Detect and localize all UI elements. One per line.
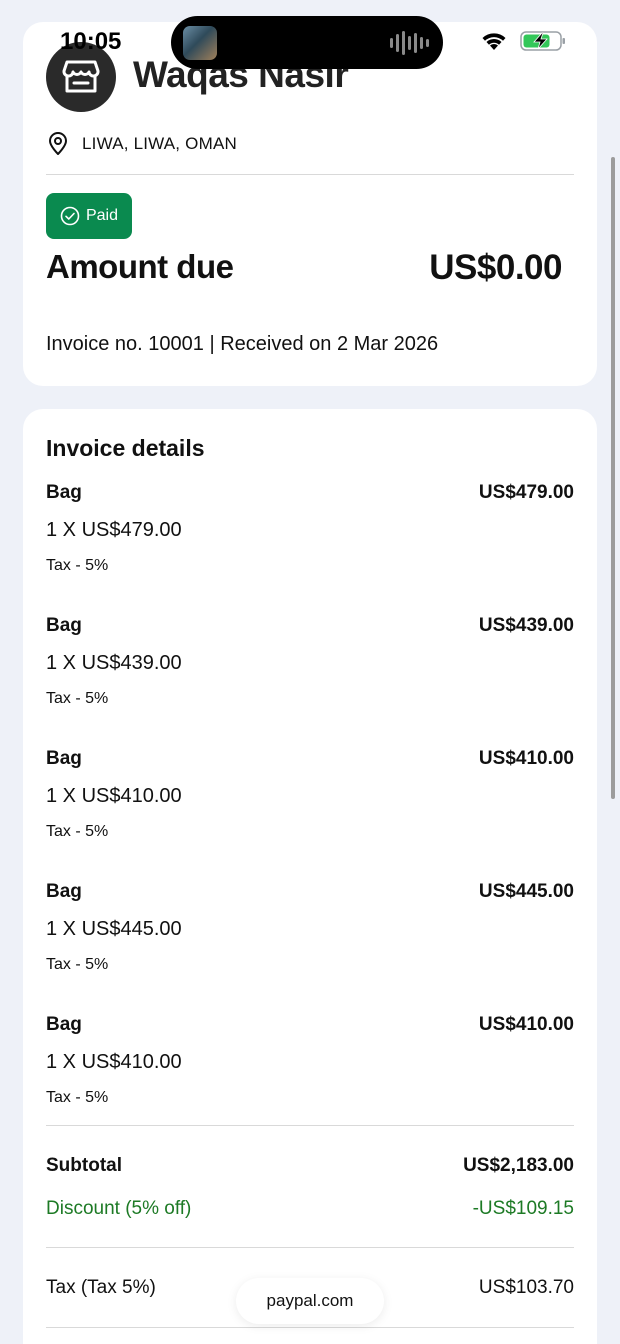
subtotal-row: Subtotal US$2,183.00 xyxy=(46,1155,574,1185)
discount-value: -US$109.15 xyxy=(472,1198,574,1219)
status-time: 10:05 xyxy=(60,28,122,55)
divider xyxy=(46,1327,574,1328)
subtotal-label: Subtotal xyxy=(46,1155,122,1176)
line-item-name: Bag xyxy=(46,482,82,503)
wifi-icon xyxy=(482,33,506,50)
check-circle-icon xyxy=(60,206,80,226)
line-item-quantity: 1 X US$479.00 xyxy=(46,519,182,541)
line-item-quantity: 1 X US$410.00 xyxy=(46,1051,182,1073)
line-item: Bag US$410.00 1 X US$410.00 Tax - 5% xyxy=(46,1014,574,1134)
invoice-details-title: Invoice details xyxy=(46,435,205,461)
line-item-quantity: 1 X US$445.00 xyxy=(46,918,182,940)
browser-url: paypal.com xyxy=(266,1291,354,1310)
line-item-tax: Tax - 5% xyxy=(46,690,109,707)
line-item-total: US$410.00 xyxy=(478,1014,574,1035)
line-item-tax: Tax - 5% xyxy=(46,1089,109,1106)
line-item: Bag US$479.00 1 X US$479.00 Tax - 5% xyxy=(46,482,574,602)
divider xyxy=(46,174,574,175)
audio-waveform-icon xyxy=(390,30,429,56)
divider xyxy=(46,1247,574,1248)
line-item-tax: Tax - 5% xyxy=(46,557,109,574)
line-item-total: US$439.00 xyxy=(478,615,574,636)
line-item-name: Bag xyxy=(46,881,82,902)
invoice-meta: Invoice no. 10001 | Received on 2 Mar 20… xyxy=(46,333,439,355)
tax-value: US$103.70 xyxy=(478,1277,574,1298)
location-text: LIWA, LIWA, OMAN xyxy=(82,134,237,153)
merchant-location: LIWA, LIWA, OMAN xyxy=(48,132,237,156)
now-playing-artwork xyxy=(183,26,217,60)
invoice-details-card: Invoice details Bag US$479.00 1 X US$479… xyxy=(23,409,597,1344)
line-item-tax: Tax - 5% xyxy=(46,823,109,840)
status-badge-label: Paid xyxy=(85,207,119,224)
line-item-name: Bag xyxy=(46,748,82,769)
line-item: Bag US$445.00 1 X US$445.00 Tax - 5% xyxy=(46,881,574,1001)
tax-label: Tax (Tax 5%) xyxy=(46,1277,156,1298)
line-item-total: US$410.00 xyxy=(478,748,574,769)
status-bar: 10:05 xyxy=(0,0,620,80)
line-item-tax: Tax - 5% xyxy=(46,956,109,973)
line-item-name: Bag xyxy=(46,615,82,636)
browser-url-pill[interactable]: paypal.com xyxy=(236,1278,384,1324)
amount-due-label: Amount due xyxy=(46,248,234,285)
subtotal-value: US$2,183.00 xyxy=(463,1155,574,1176)
line-item-total: US$479.00 xyxy=(478,482,574,503)
line-item-name: Bag xyxy=(46,1014,82,1035)
amount-due-value: US$0.00 xyxy=(429,248,562,287)
line-item: Bag US$439.00 1 X US$439.00 Tax - 5% xyxy=(46,615,574,735)
status-badge: Paid xyxy=(46,193,132,239)
line-item-quantity: 1 X US$410.00 xyxy=(46,785,182,807)
battery-charging-icon xyxy=(520,31,565,51)
line-item: Bag US$410.00 1 X US$410.00 Tax - 5% xyxy=(46,748,574,868)
dynamic-island[interactable] xyxy=(171,16,443,69)
discount-label: Discount (5% off) xyxy=(46,1198,192,1219)
discount-row: Discount (5% off) -US$109.15 xyxy=(46,1198,574,1228)
divider xyxy=(46,1125,574,1126)
line-item-total: US$445.00 xyxy=(478,881,574,902)
location-pin-icon xyxy=(49,132,67,155)
line-item-quantity: 1 X US$439.00 xyxy=(46,652,182,674)
scrollbar[interactable] xyxy=(611,157,615,799)
